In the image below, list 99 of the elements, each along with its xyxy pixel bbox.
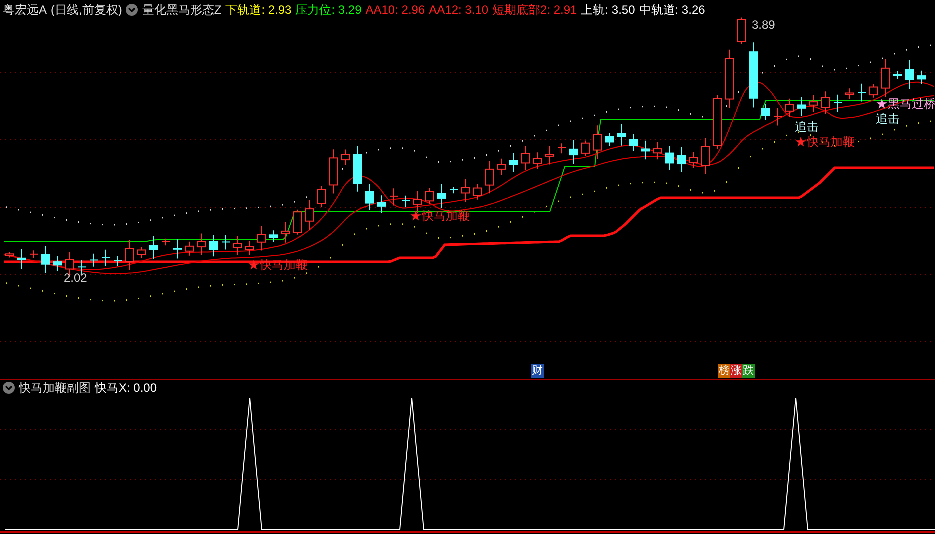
marker-tag: 跌 xyxy=(742,364,755,378)
candlestick xyxy=(738,17,746,45)
candlestick xyxy=(6,252,14,258)
period-label: (日线,前复权) xyxy=(51,2,122,19)
candlestick xyxy=(78,260,86,276)
candlestick xyxy=(546,146,554,166)
candlestick xyxy=(762,104,770,121)
candlestick xyxy=(150,236,158,260)
candlestick xyxy=(606,132,614,146)
candlestick xyxy=(54,256,62,272)
indicator-value: AA10: 2.96 xyxy=(366,2,426,19)
candlestick xyxy=(210,234,218,258)
stock-name: 粤宏远A xyxy=(3,2,48,19)
candlestick xyxy=(378,195,386,214)
signal-label: 追击 xyxy=(795,120,819,134)
price-label: 2.02 xyxy=(64,272,88,284)
candlestick xyxy=(894,70,902,80)
indicator-value: 上轨: 3.50 xyxy=(581,2,636,19)
candlestick xyxy=(450,186,458,194)
candlestick xyxy=(906,60,914,90)
candlestick xyxy=(402,195,410,208)
candlestick xyxy=(486,160,494,194)
candlestick xyxy=(522,146,530,171)
candlestick xyxy=(822,91,830,115)
candlestick xyxy=(30,250,38,259)
candlestick xyxy=(474,184,482,200)
indicator-value: 下轨道: 2.93 xyxy=(226,2,292,19)
candlestick xyxy=(750,42,758,108)
candlestick xyxy=(654,142,662,160)
candlestick xyxy=(690,152,698,169)
candlestick xyxy=(318,186,326,208)
candlestick xyxy=(846,88,854,100)
candlestick xyxy=(630,134,638,152)
candlestick xyxy=(882,58,890,98)
candlestick xyxy=(798,96,806,117)
candlestick xyxy=(222,234,230,250)
indicator-value: 压力位: 3.29 xyxy=(296,2,362,19)
candlestick xyxy=(126,240,134,271)
candlestick xyxy=(174,239,182,260)
candlestick xyxy=(162,238,170,246)
candlestick xyxy=(870,84,878,98)
candlestick xyxy=(186,241,194,256)
candlestick xyxy=(618,124,626,146)
candlestick xyxy=(426,188,434,205)
marker-tag: 榜 xyxy=(718,364,731,378)
indicator-name: 快马加鞭副图 xyxy=(19,380,91,397)
candlestick xyxy=(582,140,590,156)
candlestick xyxy=(330,149,338,194)
indicator-name: 量化黑马形态Z xyxy=(142,2,222,19)
candlestick xyxy=(246,240,254,256)
candlestick xyxy=(282,222,290,244)
candlestick xyxy=(390,188,398,206)
candlestick xyxy=(114,256,122,267)
candlestick xyxy=(666,146,674,171)
candlestick xyxy=(558,143,566,154)
candlestick xyxy=(198,233,206,256)
candlestick xyxy=(294,209,302,236)
indicator-value: AA12: 3.10 xyxy=(429,2,489,19)
indicator-value: 中轨道: 3.26 xyxy=(639,2,706,19)
marker-tag: 涨 xyxy=(730,364,743,378)
candlestick xyxy=(834,94,842,112)
candlestick xyxy=(858,83,866,102)
candlestick xyxy=(726,49,734,109)
candlestick xyxy=(138,246,146,259)
candlestick xyxy=(342,149,350,166)
candlestick xyxy=(786,98,794,118)
candlestick xyxy=(570,140,578,165)
candlestick xyxy=(918,70,926,85)
candlestick xyxy=(642,140,650,160)
candlestick xyxy=(102,249,110,267)
candlestick xyxy=(234,236,242,256)
candlestick xyxy=(534,152,542,170)
dropdown-icon[interactable] xyxy=(126,4,138,16)
candlestick xyxy=(714,94,722,150)
candlestick xyxy=(594,125,602,160)
candlestick xyxy=(366,184,374,211)
candlestick xyxy=(810,94,818,113)
candlestick xyxy=(774,108,782,126)
candlestick xyxy=(678,146,686,173)
indicator-value: 快马X: 0.00 xyxy=(95,380,158,397)
signal-label: ★快马加鞭 xyxy=(410,209,470,223)
candlestick xyxy=(18,248,26,270)
candlestick xyxy=(462,178,470,203)
candlestick xyxy=(510,152,518,173)
signal-label: 追击 xyxy=(876,112,900,126)
candlestick xyxy=(438,184,446,208)
candlestick xyxy=(258,226,266,252)
candlestick xyxy=(702,138,710,175)
dropdown-icon[interactable] xyxy=(3,382,15,394)
candlestick xyxy=(354,146,362,192)
candlestick xyxy=(498,158,506,176)
candlestick xyxy=(270,230,278,243)
marker-tag: 财 xyxy=(531,364,544,378)
price-label: 3.89 xyxy=(752,19,776,31)
candlestick xyxy=(306,200,314,231)
candlestick xyxy=(42,245,50,274)
signal-label: ★快马加鞭 xyxy=(795,135,855,149)
candlestick xyxy=(90,253,98,268)
indicator-value: 短期底部2: 2.91 xyxy=(492,2,578,19)
